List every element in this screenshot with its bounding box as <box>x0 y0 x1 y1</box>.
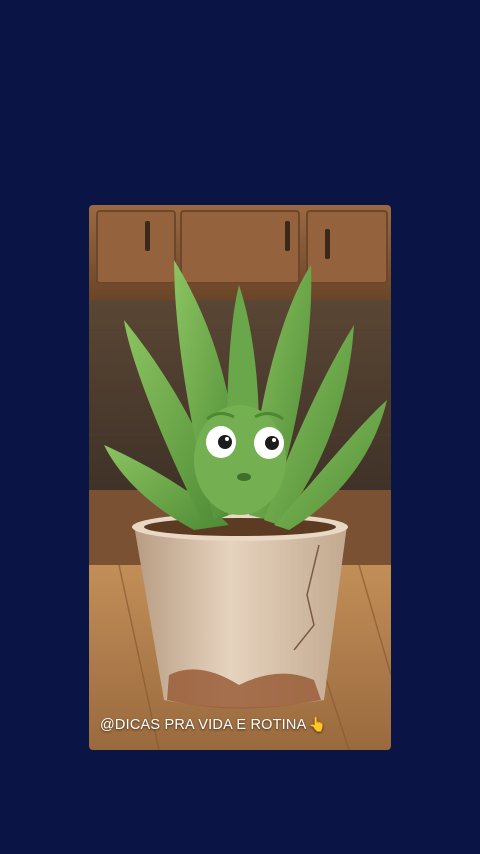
aloe-vera-illustration <box>89 205 391 750</box>
video-caption: @DICAS PRA VIDA E ROTINA 👆 <box>100 716 326 733</box>
clay-pot <box>134 525 347 708</box>
caption-text: @DICAS PRA VIDA E ROTINA <box>100 717 307 733</box>
mouth <box>237 473 251 481</box>
aloe-face <box>194 405 286 515</box>
pointing-hand-icon: 👆 <box>308 716 327 732</box>
video-frame[interactable]: @DICAS PRA VIDA E ROTINA 👆 <box>89 205 391 750</box>
